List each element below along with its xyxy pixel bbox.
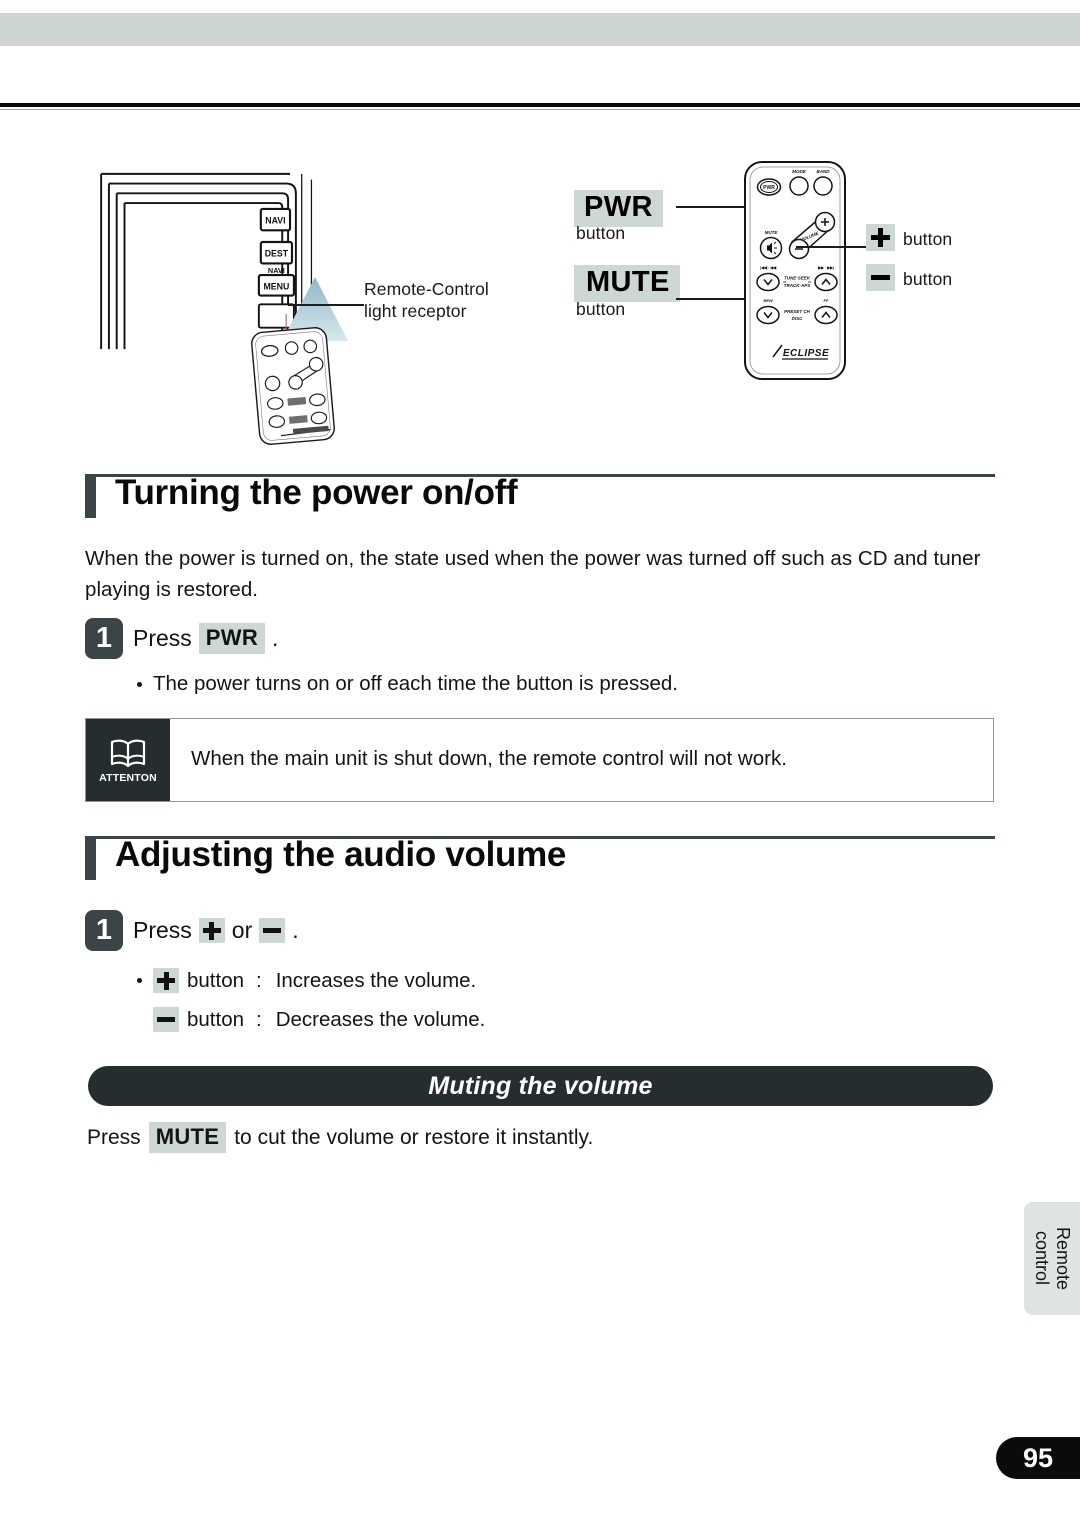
chapter-side-tab: Remote control: [1024, 1202, 1080, 1315]
volume-leader-line: [796, 246, 866, 248]
svg-text:DEST: DEST: [265, 249, 289, 259]
svg-text:BAND: BAND: [817, 169, 831, 174]
figure-area: NAVI DEST NAVI MENU Remote-Control light…: [0, 150, 1080, 470]
power-step-1: 1 Press PWR .: [85, 618, 995, 659]
muting-subsection-banner: Muting the volume: [88, 1066, 993, 1106]
plus-button-swatch: [866, 224, 895, 251]
step-press-word: Press: [133, 917, 192, 943]
receptor-leader-line: [288, 304, 364, 306]
minus-button-swatch: [866, 264, 895, 291]
bullet-icon: [137, 978, 142, 983]
receptor-callout-label: Remote-Control light receptor: [364, 278, 489, 322]
svg-text:PWR: PWR: [763, 185, 775, 191]
mute-key-label: MUTE: [574, 265, 680, 303]
section-heading-row: Adjusting the audio volume: [85, 835, 995, 891]
manual-page: NAVI DEST NAVI MENU Remote-Control light…: [0, 0, 1080, 1529]
svg-text:▶▶ · ▶▶|: ▶▶ · ▶▶|: [817, 266, 834, 270]
chapter-side-tab-label: Remote control: [1031, 1202, 1073, 1315]
section-accent-bar: [85, 477, 96, 518]
plus-bullet-label: button: [187, 968, 244, 992]
list-item: button : Increases the volume.: [137, 968, 987, 993]
plus-bullet-desc: Increases the volume.: [275, 968, 477, 992]
plus-button-label: button: [903, 229, 953, 249]
page-title: Adjusting the audio volume: [115, 835, 567, 874]
header-rule-secondary: [0, 109, 1080, 110]
svg-text:REW: REW: [763, 298, 774, 303]
side-tab-line2: control: [1032, 1231, 1052, 1286]
svg-text:FF: FF: [824, 298, 829, 303]
attention-note-box: ATTENTON When the main unit is shut down…: [85, 718, 994, 802]
step-press-word: Press: [133, 625, 192, 651]
svg-text:TRACK·APS: TRACK·APS: [784, 283, 811, 288]
step-number-badge: 1: [85, 618, 123, 659]
attention-note-text: When the main unit is shut down, the rem…: [191, 747, 787, 770]
svg-text:MODE: MODE: [792, 169, 806, 174]
section-accent-bar: [85, 839, 96, 880]
plus-bullet-colon: :: [256, 968, 262, 992]
svg-text:MUTE: MUTE: [765, 230, 779, 235]
receptor-label-line1: Remote-Control: [364, 279, 489, 299]
minus-icon[interactable]: [259, 918, 286, 943]
step-period: .: [292, 917, 299, 943]
page-title: Turning the power on/off: [115, 473, 518, 512]
minus-button-label: button: [903, 269, 953, 289]
svg-text:ECLIPSE: ECLIPSE: [783, 348, 829, 359]
plus-icon[interactable]: [198, 918, 225, 943]
muting-rest-text: to cut the volume or restore it instantl…: [234, 1125, 594, 1149]
section-turning-power: Turning the power on/off: [85, 473, 995, 529]
step-instruction: Press or .: [133, 917, 299, 944]
minus-icon: [866, 264, 895, 291]
mute-button-sublabel: button: [576, 299, 626, 319]
svg-text:NAVI: NAVI: [265, 216, 285, 226]
pwr-button-sublabel: button: [576, 223, 626, 243]
minus-bullet-desc: Decreases the volume.: [275, 1007, 486, 1031]
plus-icon[interactable]: [153, 968, 179, 993]
step-period: .: [272, 625, 279, 651]
section-heading-row: Turning the power on/off: [85, 473, 995, 529]
power-bullet-list: The power turns on or off each time the …: [85, 672, 987, 696]
volume-bullet-list: button : Increases the volume. button : …: [85, 968, 987, 1032]
step-instruction: Press PWR .: [133, 623, 278, 654]
step-row: 1 Press or .: [85, 910, 995, 951]
plus-icon: [866, 224, 895, 251]
pwr-inline-key[interactable]: PWR: [198, 623, 266, 654]
header-rule: [0, 103, 1080, 107]
minus-icon[interactable]: [153, 1007, 179, 1032]
minus-bullet-label: button: [187, 1007, 244, 1031]
page-number: 95: [1022, 1442, 1054, 1473]
minus-bullet-colon: :: [256, 1007, 262, 1031]
muting-banner-title: Muting the volume: [428, 1071, 653, 1100]
list-item: The power turns on or off each time the …: [137, 672, 987, 696]
section-adjusting-volume: Adjusting the audio volume: [85, 835, 995, 891]
volume-step-1: 1 Press or .: [85, 910, 995, 951]
side-tab-line1: Remote: [1053, 1226, 1074, 1291]
attention-icon-block: ATTENTON: [86, 719, 170, 801]
remote-control-illustration-detail: PWR MODE BAND VOLUME MUTE |◀◀ · ◀◀ ▶▶ · …: [744, 161, 846, 380]
svg-text:NAVI: NAVI: [268, 266, 285, 275]
svg-text:PRESET CH: PRESET CH: [784, 309, 811, 314]
remote-control-illustration-small: [251, 327, 335, 445]
svg-text:|◀◀ · ◀◀: |◀◀ · ◀◀: [760, 266, 777, 270]
muting-press-word: Press: [87, 1125, 141, 1149]
bullet-icon: [137, 681, 142, 687]
receptor-label-line2: light receptor: [364, 301, 467, 322]
step-row: 1 Press PWR .: [85, 618, 995, 659]
step-or-word: or: [231, 917, 253, 943]
open-book-icon: [110, 739, 146, 767]
svg-text:DISC: DISC: [792, 316, 804, 321]
attention-caption: ATTENTON: [99, 771, 157, 784]
list-item: button : Decreases the volume.: [137, 1007, 987, 1032]
svg-text:TUNE·SEEK: TUNE·SEEK: [784, 276, 811, 281]
power-intro-paragraph: When the power is turned on, the state u…: [85, 547, 981, 601]
header-band: [0, 13, 1080, 46]
page-number-tab: 95: [996, 1437, 1080, 1479]
muting-instruction: Press MUTE to cut the volume or restore …: [87, 1122, 593, 1153]
mute-inline-key[interactable]: MUTE: [148, 1122, 227, 1153]
step-number-badge: 1: [85, 910, 123, 951]
bullet-text: The power turns on or off each time the …: [153, 672, 678, 695]
